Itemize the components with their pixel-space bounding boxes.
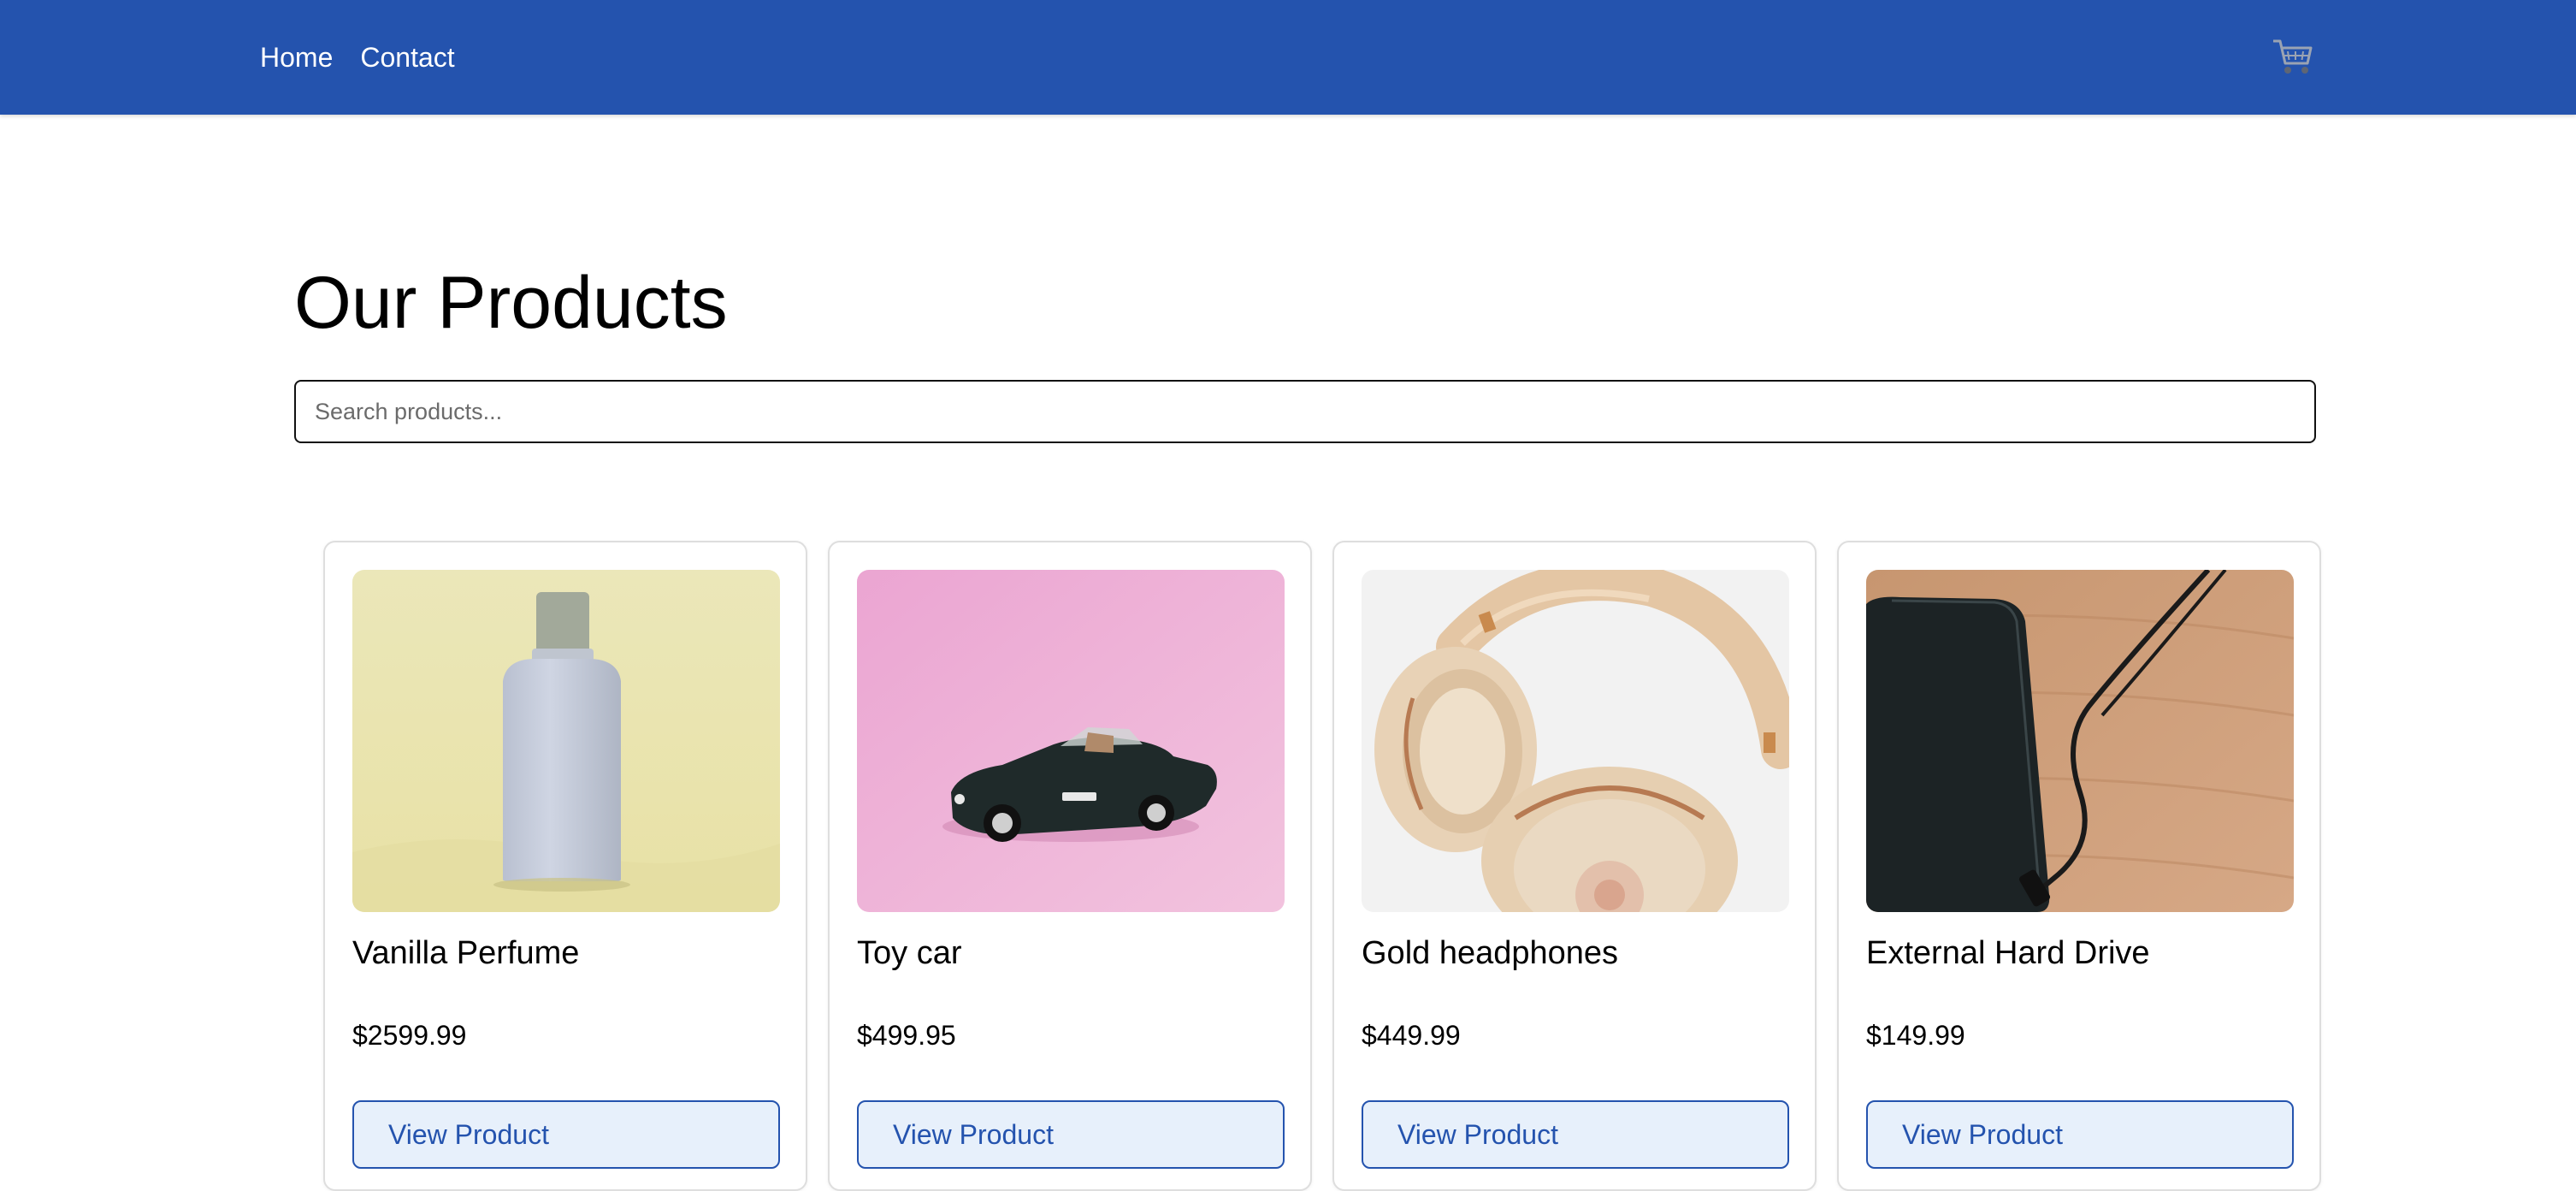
view-product-button[interactable]: View Product [1866,1100,2294,1169]
product-card: Gold headphones $449.99 View Product [1332,541,1817,1191]
product-name: Vanilla Perfume [352,935,580,971]
product-card: Toy car $499.95 View Product [828,541,1312,1191]
nav-link-home[interactable]: Home [260,39,333,75]
product-name: External Hard Drive [1866,935,2150,971]
product-grid: Vanilla Perfume $2599.99 View Product To… [323,541,2321,1191]
view-product-button[interactable]: View Product [1362,1100,1789,1169]
page-title: Our Products [294,262,728,344]
product-price: $2599.99 [352,1020,467,1051]
nav-links: Home Contact [260,39,455,75]
product-name: Gold headphones [1362,935,1619,971]
product-price: $449.99 [1362,1020,1461,1051]
product-card: External Hard Drive $149.99 View Product [1837,541,2321,1191]
view-product-button[interactable]: View Product [352,1100,780,1169]
product-name: Toy car [857,935,962,971]
product-card: Vanilla Perfume $2599.99 View Product [323,541,807,1191]
product-price: $149.99 [1866,1020,1965,1051]
toy-car-photo[interactable] [857,570,1285,912]
shopping-cart-icon[interactable] [2268,33,2316,80]
hard-drive-photo[interactable] [1866,570,2294,912]
view-product-button[interactable]: View Product [857,1100,1285,1169]
search-input[interactable] [294,380,2316,443]
perfume-bottle-photo[interactable] [352,570,780,912]
nav-link-contact[interactable]: Contact [360,39,454,75]
product-price: $499.95 [857,1020,956,1051]
top-navbar: Home Contact [0,0,2576,115]
headphones-photo[interactable] [1362,570,1789,912]
